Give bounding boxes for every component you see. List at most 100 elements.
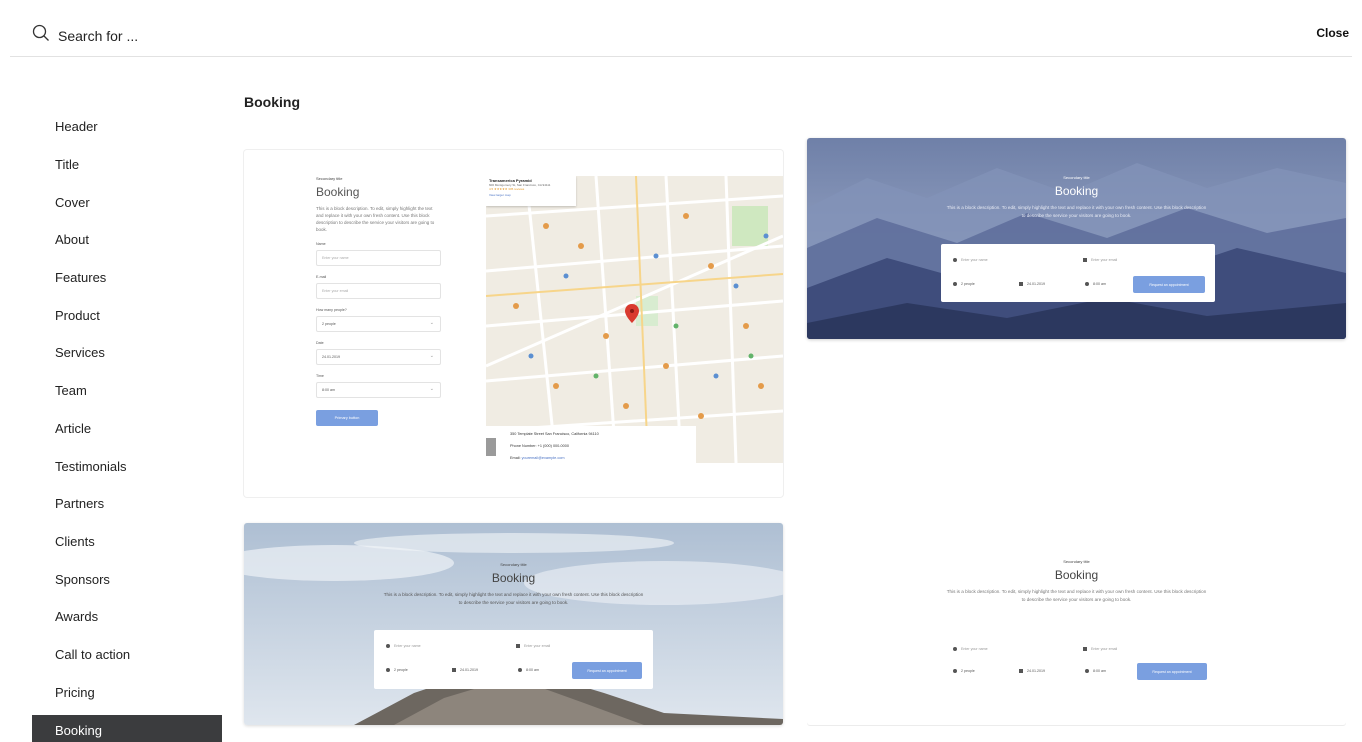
secondary-title: Secondary title <box>316 176 343 181</box>
booking-title: Booking <box>1054 184 1099 198</box>
booking-description: This is a block description. To edit, si… <box>946 205 1207 218</box>
email-placeholder: Enter your email <box>1091 258 1118 262</box>
sidebar-item-article[interactable]: Article <box>32 410 222 448</box>
sidebar-item-call-to-action[interactable]: Call to action <box>32 636 222 674</box>
email-field: Enter your email <box>1083 647 1117 651</box>
booking-template-plain[interactable]: Secondary title Booking This is a block … <box>807 535 1346 725</box>
contact-thumbnail <box>486 438 496 456</box>
people-select: 2 people <box>953 282 1019 286</box>
sidebar-item-booking[interactable]: Booking <box>32 715 222 742</box>
mountain-background <box>807 138 1346 339</box>
people-value: 2 people <box>961 282 975 286</box>
date-label: Date <box>316 341 324 345</box>
people-icon <box>953 669 957 673</box>
map-view-larger: View larger map <box>489 193 511 197</box>
user-icon <box>953 258 957 262</box>
people-icon <box>386 668 390 672</box>
booking-header: Secondary title Booking This is a block … <box>244 562 783 607</box>
request-appointment-button: Request an appointment <box>1133 276 1205 293</box>
user-icon <box>953 647 957 651</box>
mail-icon <box>516 644 520 648</box>
booking-description: This is a block description. To edit, si… <box>383 592 644 605</box>
sidebar-item-awards[interactable]: Awards <box>32 598 222 636</box>
sidebar-item-partners[interactable]: Partners <box>32 485 222 523</box>
sidebar-item-services[interactable]: Services <box>32 334 222 372</box>
booking-widget: Enter your name Enter your email 2 peopl… <box>941 635 1215 685</box>
date-value: 24.01.2019 <box>1027 282 1045 286</box>
booking-template-sky[interactable]: Secondary title Booking This is a block … <box>244 523 783 725</box>
people-value: 2 people <box>961 669 975 673</box>
map-preview: Transamerica Pyramid 600 Montgomery St, … <box>486 176 783 463</box>
sidebar-item-testimonials[interactable]: Testimonials <box>32 447 222 485</box>
section-title: Booking <box>244 94 300 110</box>
secondary-title: Secondary title <box>500 562 527 567</box>
sidebar-item-features[interactable]: Features <box>32 259 222 297</box>
booking-header: Secondary title Booking This is a block … <box>807 175 1346 220</box>
secondary-title: Secondary title <box>1063 559 1090 564</box>
sidebar-item-clients[interactable]: Clients <box>32 523 222 561</box>
calendar-icon <box>1019 669 1023 673</box>
search-input[interactable] <box>58 27 358 44</box>
category-sidebar: Header Title Cover About Features Produc… <box>32 108 222 742</box>
name-field: Enter your name <box>386 644 516 648</box>
time-select: 8:00 am <box>1085 282 1106 286</box>
date-select: 24.01.2019 <box>316 349 441 365</box>
sidebar-item-product[interactable]: Product <box>32 296 222 334</box>
booking-row-contact: Enter your name Enter your email <box>386 644 641 648</box>
name-field: Enter your name <box>953 258 1083 262</box>
address-line: 350 Template Street San Francisco, Calif… <box>510 432 599 436</box>
map-place-card: Transamerica Pyramid 600 Montgomery St, … <box>486 176 576 206</box>
contact-info: 350 Template Street San Francisco, Calif… <box>486 426 696 466</box>
search-field[interactable] <box>32 24 358 47</box>
search-bar: Close <box>0 0 1362 58</box>
booking-header: Secondary title Booking This is a block … <box>807 559 1346 604</box>
booking-widget: Enter your name Enter your email 2 peopl… <box>941 244 1215 302</box>
sidebar-item-header[interactable]: Header <box>32 108 222 146</box>
email-label: E-mail <box>316 275 327 279</box>
sidebar-item-about[interactable]: About <box>32 221 222 259</box>
request-appointment-button: Request an appointment <box>572 662 642 679</box>
email-placeholder: Enter your email <box>524 644 551 648</box>
secondary-title: Secondary title <box>1063 175 1090 180</box>
booking-title: Booking <box>316 185 360 199</box>
time-value: 8:00 am <box>1093 282 1106 286</box>
close-button[interactable]: Close <box>1316 26 1349 40</box>
date-value: 24.01.2019 <box>1027 669 1045 673</box>
clock-icon <box>1085 669 1089 673</box>
people-icon <box>953 282 957 286</box>
date-select: 24.01.2019 <box>452 668 518 672</box>
booking-row-contact: Enter your name Enter your email <box>953 647 1203 651</box>
booking-template-mountains[interactable]: Secondary title Booking This is a block … <box>807 138 1346 339</box>
time-select: 8:00 am <box>1085 669 1106 673</box>
people-select: 2 people <box>953 669 1019 673</box>
sidebar-item-pricing[interactable]: Pricing <box>32 673 222 711</box>
top-divider <box>10 56 1352 57</box>
people-label: How many people? <box>316 308 347 312</box>
booking-widget: Enter your name Enter your email 2 peopl… <box>374 630 653 689</box>
email-field: Enter your email <box>1083 258 1117 262</box>
clock-icon <box>1085 282 1089 286</box>
time-value: 8:00 am <box>526 668 539 672</box>
sidebar-item-team[interactable]: Team <box>32 372 222 410</box>
name-placeholder: Enter your name <box>394 644 421 648</box>
sidebar-item-sponsors[interactable]: Sponsors <box>32 560 222 598</box>
map-streets <box>486 176 783 463</box>
email-field: Enter your email <box>516 644 550 648</box>
name-placeholder: Enter your name <box>961 647 988 651</box>
people-value: 2 people <box>394 668 408 672</box>
primary-button: Primary button <box>316 410 378 426</box>
email-line: Email: youremail@example.com <box>510 456 565 460</box>
booking-template-map[interactable]: Secondary title Booking This is a block … <box>244 150 783 497</box>
booking-description: This is a block description. To edit, si… <box>946 589 1207 602</box>
name-label: Name <box>316 242 326 246</box>
date-select: 24.01.2019 <box>1019 282 1085 286</box>
booking-description: This is a block description. To edit, si… <box>316 206 435 232</box>
booking-row-contact: Enter your name Enter your email <box>953 258 1203 262</box>
email-placeholder: Enter your email <box>1091 647 1118 651</box>
mail-icon <box>1083 258 1087 262</box>
time-select: 8:00 am <box>316 382 441 398</box>
people-select: 2 people <box>386 668 452 672</box>
sidebar-item-cover[interactable]: Cover <box>32 183 222 221</box>
sidebar-item-title[interactable]: Title <box>32 146 222 184</box>
booking-title: Booking <box>491 571 536 585</box>
